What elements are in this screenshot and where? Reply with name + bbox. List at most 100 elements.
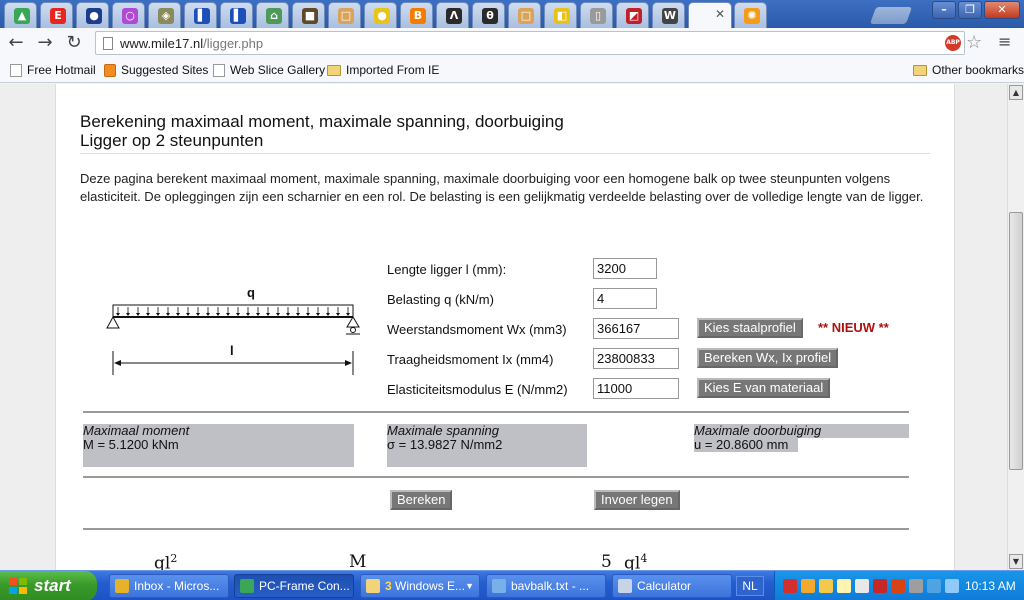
acrobat-icon[interactable] xyxy=(873,579,887,593)
arrow-left-icon xyxy=(114,360,121,366)
google-drive-icon: ▲ xyxy=(14,8,30,24)
browser-tab[interactable]: ○ xyxy=(112,2,145,28)
input-belasting[interactable] xyxy=(593,288,657,309)
browser-tab[interactable]: ● xyxy=(364,2,397,28)
bookmark-item[interactable]: Suggested Sites xyxy=(104,63,208,77)
taskbar-item[interactable]: 3 Windows E... ▼ xyxy=(360,574,480,598)
taskbar-item[interactable]: Inbox - Micros... xyxy=(109,574,229,598)
browser-tab[interactable]: □ xyxy=(508,2,541,28)
bookmark-label: Free Hotmail xyxy=(27,63,96,77)
taskbar-item[interactable]: Calculator xyxy=(612,574,732,598)
browser-tab-active[interactable]: ✕ xyxy=(688,2,732,28)
circle-logo-icon: ● xyxy=(86,8,102,24)
bookmark-item[interactable]: Imported From IE xyxy=(327,63,439,77)
browser-tab[interactable]: ▌ xyxy=(220,2,253,28)
input-weerstandsmoment[interactable] xyxy=(593,318,679,339)
purple-circle-icon: ○ xyxy=(122,8,138,24)
restore-icon[interactable]: ❐ xyxy=(958,1,982,19)
french-flag-icon: ▌ xyxy=(230,8,246,24)
browser-tab[interactable]: ◧ xyxy=(544,2,577,28)
taskbar-item[interactable]: bavbalk.txt - ... xyxy=(486,574,606,598)
browser-tab[interactable]: ⌂ xyxy=(256,2,289,28)
browser-tab[interactable]: W xyxy=(652,2,685,28)
window-controls: – ❐ ✕ xyxy=(932,1,1020,19)
scroll-down-icon[interactable]: ▼ xyxy=(1009,554,1023,569)
formula-5: 5 xyxy=(601,552,612,570)
input-elasticiteitsmodulus[interactable] xyxy=(593,378,679,399)
reload-icon[interactable]: ↻ xyxy=(63,32,85,54)
browser-tab[interactable]: ✺ xyxy=(734,2,767,28)
formula-ql4: ql4 xyxy=(624,552,648,570)
tray-icon[interactable] xyxy=(855,579,869,593)
taskbar-item-label: PC-Frame Con... xyxy=(259,579,350,593)
result-doorbuiging-label: Maximale doorbuiging xyxy=(694,424,909,438)
bereken-button[interactable]: Bereken xyxy=(390,490,453,510)
input-traagheidsmoment[interactable] xyxy=(593,348,679,369)
roller-support-icon xyxy=(346,316,360,328)
windows-flag-icon xyxy=(9,578,27,594)
result-moment: Maximaal moment M = 5.1200 kNm xyxy=(83,424,354,467)
shield-icon[interactable] xyxy=(783,579,797,593)
load-label: q xyxy=(247,285,255,300)
invoer-legen-button[interactable]: Invoer legen xyxy=(594,490,680,510)
close-window-icon[interactable]: ✕ xyxy=(984,1,1020,19)
taskbar-item-label: Windows E... xyxy=(395,579,466,593)
bookmark-star-icon[interactable]: ☆ xyxy=(966,32,982,53)
new-tab-button[interactable] xyxy=(869,7,913,24)
browser-tab[interactable]: ▯ xyxy=(580,2,613,28)
scroll-thumb[interactable] xyxy=(1009,212,1023,470)
result-spanning-label: Maximale spanning xyxy=(387,423,500,438)
system-tray: 10:13 AM xyxy=(774,571,1024,600)
tray-icon[interactable] xyxy=(891,579,905,593)
wikipedia-icon: W xyxy=(662,8,678,24)
tray-icon[interactable] xyxy=(837,579,851,593)
vertical-scrollbar[interactable]: ▲ ▼ xyxy=(1007,84,1024,570)
browser-tab[interactable]: B xyxy=(400,2,433,28)
bookmark-item[interactable]: Free Hotmail xyxy=(10,63,96,77)
roller-icon xyxy=(350,327,356,333)
bookmark-item[interactable]: Web Slice Gallery xyxy=(213,63,325,77)
warning-icon[interactable] xyxy=(801,579,815,593)
volume-icon[interactable] xyxy=(909,579,923,593)
browser-tab[interactable]: □ xyxy=(328,2,361,28)
sun-icon: ✺ xyxy=(744,8,760,24)
address-bar[interactable]: www.mile17.nl/ligger.php ABP xyxy=(95,31,965,55)
divider xyxy=(83,411,909,413)
notepad-icon xyxy=(492,579,506,593)
browser-tab[interactable]: ● xyxy=(76,2,109,28)
network-icon[interactable] xyxy=(945,579,959,593)
taskbar-item[interactable]: PC-Frame Con... xyxy=(234,574,354,598)
kies-e-button[interactable]: Kies E van materiaal xyxy=(697,378,831,398)
other-bookmarks[interactable]: Other bookmarks xyxy=(913,63,1024,77)
browser-tab[interactable]: ▌ xyxy=(184,2,217,28)
browser-tab[interactable]: ◩ xyxy=(616,2,649,28)
folder-icon xyxy=(913,64,927,76)
minimize-icon[interactable]: – xyxy=(932,1,956,19)
page-viewport: Berekening maximaal moment, maximale spa… xyxy=(0,84,1007,570)
nieuw-badge: ** NIEUW ** xyxy=(818,320,889,335)
browser-tab[interactable]: Λ xyxy=(436,2,469,28)
network-icon[interactable] xyxy=(927,579,941,593)
browser-tab[interactable]: ◈ xyxy=(148,2,181,28)
adblock-icon[interactable]: ABP xyxy=(945,35,961,51)
bereken-wx-ix-button[interactable]: Bereken Wx, Ix profiel xyxy=(697,348,839,368)
security-icon[interactable] xyxy=(819,579,833,593)
bookmark-label: Suggested Sites xyxy=(121,63,209,77)
label-lengte: Lengte ligger l (mm): xyxy=(387,262,507,277)
close-tab-icon[interactable]: ✕ xyxy=(715,7,725,21)
folder-icon xyxy=(327,64,341,76)
menu-icon[interactable]: ≡ xyxy=(998,32,1011,51)
browser-tab[interactable]: θ xyxy=(472,2,505,28)
browser-tab[interactable]: ■ xyxy=(292,2,325,28)
language-indicator[interactable]: NL xyxy=(736,576,764,596)
browser-tab[interactable]: ▲ xyxy=(4,2,37,28)
forward-icon[interactable]: → xyxy=(34,32,56,54)
back-icon[interactable]: ← xyxy=(5,32,27,54)
arrow-right-icon xyxy=(345,360,352,366)
scroll-up-icon[interactable]: ▲ xyxy=(1009,85,1023,100)
bookmark-label: Imported From IE xyxy=(346,63,440,77)
input-lengte[interactable] xyxy=(593,258,657,279)
start-button[interactable]: start xyxy=(0,571,97,600)
browser-tab[interactable]: E xyxy=(40,2,73,28)
kies-staalprofiel-button[interactable]: Kies staalprofiel xyxy=(697,318,803,338)
